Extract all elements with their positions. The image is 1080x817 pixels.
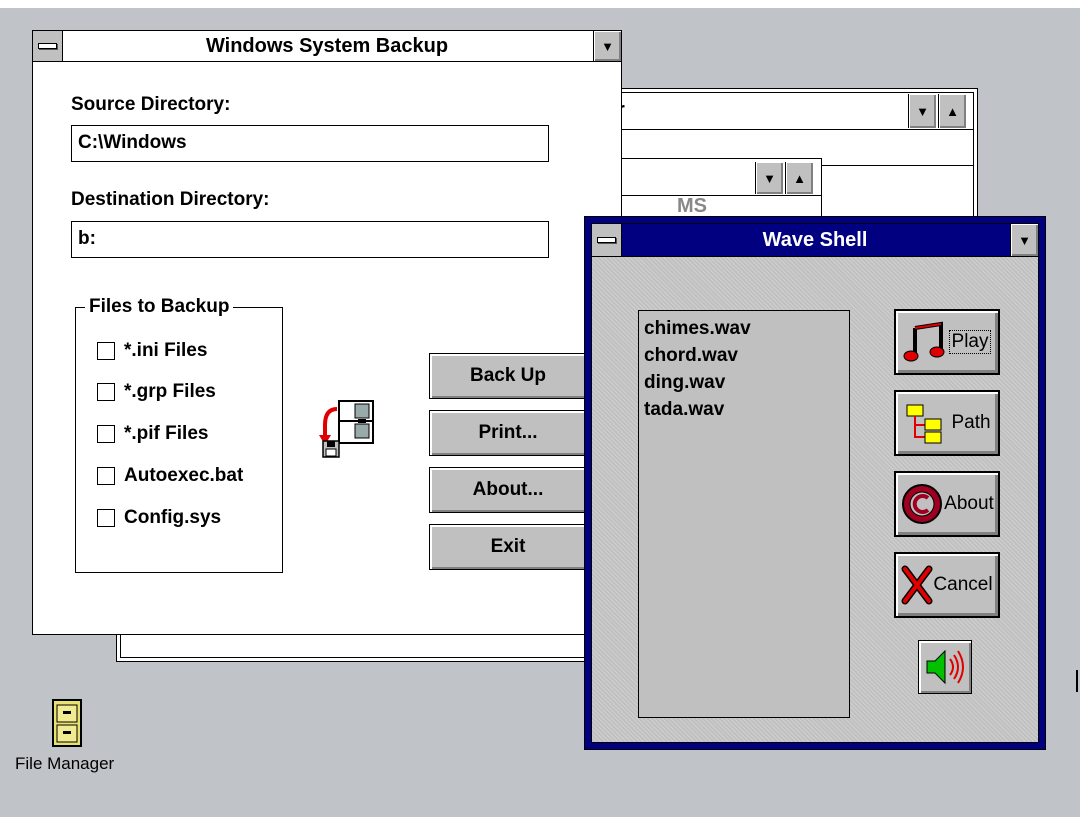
backup-titlebar[interactable]: Windows System Backup ▼ [33,31,621,62]
config-sys-checkbox[interactable]: Config.sys [97,507,221,529]
list-item[interactable]: chimes.wav [644,315,849,342]
text-cursor [1076,670,1078,692]
minimize-arrow-icon: ▼ [601,38,614,54]
about-button-label: About... [472,479,544,500]
source-directory-field[interactable]: C:\Windows [71,125,549,162]
speaker-button[interactable] [918,640,972,694]
checkbox-label: *.ini Files [124,340,208,361]
back-up-button[interactable]: Back Up [429,353,587,399]
checkbox-box[interactable] [97,425,115,443]
checkbox-box[interactable] [97,383,115,401]
system-menu-icon [38,43,57,49]
system-menu-button[interactable] [33,31,63,61]
cancel-button-label: Cancel [933,574,993,595]
wave-shell-title: Wave Shell [762,228,868,251]
system-menu-icon [597,237,616,243]
backup-window[interactable]: Windows System Backup ▼ Source Directory… [32,30,622,635]
destination-directory-value: b: [78,228,96,249]
checkbox-box[interactable] [97,509,115,527]
file-manager-label: File Manager [15,754,115,773]
play-button[interactable]: Play [894,309,1000,375]
wave-shell-titlebar[interactable]: Wave Shell ▼ [592,224,1038,257]
list-item[interactable]: tada.wav [644,396,849,423]
maximize-button[interactable]: ▲ [785,162,813,194]
checkbox-box[interactable] [97,467,115,485]
play-button-label: Play [948,330,992,354]
exit-button-label: Exit [490,536,526,557]
minimize-button[interactable]: ▼ [755,162,783,194]
minimize-arrow-icon: ▼ [763,170,776,186]
about-button[interactable]: About... [429,467,587,513]
path-button[interactable]: Path [894,390,1000,456]
pif-files-checkbox[interactable]: *.pif Files [97,423,208,445]
minimize-button[interactable]: ▼ [1010,224,1038,256]
destination-directory-field[interactable]: b: [71,221,549,258]
minimize-arrow-icon: ▼ [916,103,929,119]
wave-file-list[interactable]: chimes.wav chord.wav ding.wav tada.wav [638,310,850,718]
wave-about-button[interactable]: About [894,471,1000,537]
print-button-label: Print... [478,422,538,443]
speaker-icon [926,649,964,685]
file-manager-desktop-icon[interactable]: File Manager [10,698,128,778]
exit-button[interactable]: Exit [429,524,587,570]
wave-shell-window[interactable]: Wave Shell ▼ chimes.wav chord.wav ding.w… [584,216,1046,750]
back-up-button-label: Back Up [469,365,547,386]
list-item[interactable]: chord.wav [644,342,849,369]
folder-tree-icon [906,404,942,444]
checkbox-box[interactable] [97,342,115,360]
maximize-button[interactable]: ▲ [938,94,966,128]
source-directory-value: C:\Windows [78,132,187,153]
grp-files-checkbox[interactable]: *.grp Files [97,381,216,403]
destination-directory-label: Destination Directory: [71,189,270,210]
cancel-x-icon [901,565,933,605]
path-button-label: Path [951,412,991,433]
maximize-arrow-icon: ▲ [793,170,806,186]
checkbox-label: *.grp Files [124,381,216,402]
print-button[interactable]: Print... [429,410,587,456]
system-menu-button[interactable] [592,224,622,256]
wave-shell-client: Wave Shell ▼ chimes.wav chord.wav ding.w… [591,223,1039,743]
source-directory-label: Source Directory: [71,94,231,115]
file-cabinet-icon [52,699,82,747]
music-note-icon [903,321,945,362]
ini-files-checkbox[interactable]: *.ini Files [97,340,207,362]
background-window-2-text: MS [677,195,707,217]
backup-title: Windows System Backup [205,34,449,57]
minimize-arrow-icon: ▼ [1018,232,1031,248]
minimize-button[interactable]: ▼ [908,94,936,128]
checkbox-label: Autoexec.bat [124,465,244,486]
wave-about-button-label: About [944,493,994,514]
minimize-button[interactable]: ▼ [593,31,621,61]
maximize-arrow-icon: ▲ [946,103,959,119]
checkbox-label: Config.sys [124,507,222,528]
backup-disk-icon [319,400,374,458]
desktop: r ▼ ▲ ▼ ▲ MS Windows System Backup ▼ Sou… [0,8,1080,817]
checkbox-label: *.pif Files [124,423,209,444]
copyright-icon [902,484,943,524]
autoexec-checkbox[interactable]: Autoexec.bat [97,465,267,487]
cancel-button[interactable]: Cancel [894,552,1000,618]
files-to-backup-label: Files to Backup [85,296,234,318]
list-item[interactable]: ding.wav [644,369,849,396]
